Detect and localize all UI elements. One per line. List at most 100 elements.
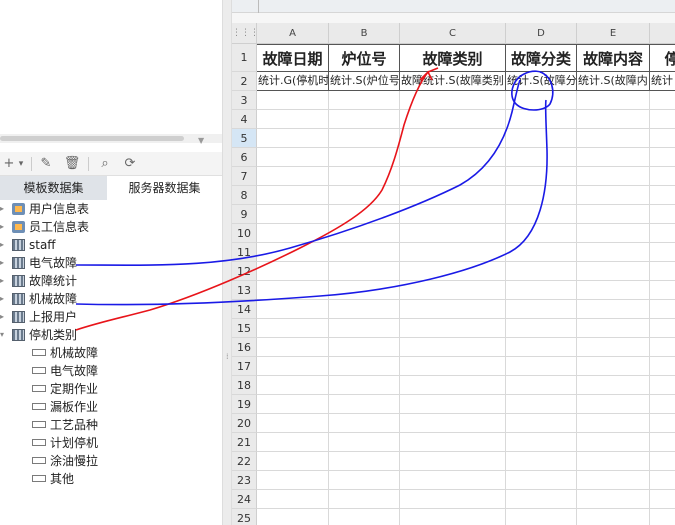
grid-cell[interactable] [400,110,506,129]
collapse-arrow-icon[interactable]: ▸ [0,200,4,218]
row-header[interactable]: 10 [232,224,257,243]
horizontal-scrollbar[interactable]: ▼ [0,134,222,145]
collapse-arrow-icon[interactable]: ▸ [0,272,4,290]
grid-cell[interactable] [506,91,577,110]
grid-cell[interactable] [400,205,506,224]
header-cell[interactable]: 故障内容 [577,44,650,72]
refresh-icon[interactable]: ⟳ [121,155,139,173]
grid-cell[interactable] [650,357,675,376]
column-header[interactable]: B [329,23,400,44]
tree-dataset-item[interactable]: ▸ staff [0,236,56,254]
data-binding-cell[interactable]: 统计.G(停机时 [257,72,329,91]
grid-cell[interactable] [329,433,400,452]
grid-cell[interactable] [577,281,650,300]
grid-cell[interactable] [329,376,400,395]
tree-field-item[interactable]: 涂油慢拉 [32,452,98,470]
grid-cell[interactable] [329,357,400,376]
grid-cell[interactable] [506,243,577,262]
tree-field-item[interactable]: 漏板作业 [32,398,98,416]
grid-cell[interactable] [257,262,329,281]
grid-cell[interactable] [506,490,577,509]
delete-icon[interactable]: 🗑 [63,155,81,173]
collapse-arrow-icon[interactable]: ▸ [0,218,4,236]
grid-cell[interactable] [329,110,400,129]
grid-cell[interactable] [506,167,577,186]
tree-dataset-item[interactable]: ▸ 上报用户 [0,308,77,326]
grid-cell[interactable] [506,471,577,490]
grid-cell[interactable] [329,167,400,186]
grid-cell[interactable] [400,262,506,281]
column-header[interactable]: A [257,23,329,44]
grid-cell[interactable] [506,319,577,338]
grid-cell[interactable] [577,91,650,110]
grid-cell[interactable] [257,414,329,433]
grid-cell[interactable] [400,91,506,110]
grid-cell[interactable] [400,376,506,395]
grid-cell[interactable] [257,490,329,509]
grid-cell[interactable] [506,376,577,395]
row-header[interactable]: 6 [232,148,257,167]
tree-dataset-item[interactable]: ▸ 电气故障 [0,254,77,272]
row-header[interactable]: 4 [232,110,257,129]
row-header[interactable]: 12 [232,262,257,281]
data-binding-cell[interactable]: 统计.S(故障内 [577,72,650,91]
grid-cell[interactable] [400,414,506,433]
grid-cell[interactable] [506,509,577,525]
edit-icon[interactable]: ✎ [37,155,55,173]
grid-cell[interactable] [257,338,329,357]
grid-cell[interactable] [257,357,329,376]
grid-cell[interactable] [650,205,675,224]
grid-cell[interactable] [329,490,400,509]
header-cell[interactable]: 故障日期 [257,44,329,72]
row-header[interactable]: 19 [232,395,257,414]
grid-cell[interactable] [650,338,675,357]
grid-cell[interactable] [400,167,506,186]
grid-cell[interactable] [257,91,329,110]
grid-cell[interactable] [400,338,506,357]
grid-cell[interactable] [577,376,650,395]
grid-cell[interactable] [506,395,577,414]
grid-cell[interactable] [577,433,650,452]
grid-cell[interactable] [650,110,675,129]
grid-cell[interactable] [506,224,577,243]
tree-field-item[interactable]: 计划停机 [32,434,98,452]
grid-cell[interactable] [650,243,675,262]
grid-cell[interactable] [577,243,650,262]
grid-cell[interactable] [577,148,650,167]
grid-cell[interactable] [329,281,400,300]
dropdown-icon[interactable]: ▾ [12,155,30,173]
row-header[interactable]: 24 [232,490,257,509]
data-binding-cell[interactable]: 统计.S(故障分 [506,72,577,91]
tree-field-item[interactable]: 电气故障 [32,362,98,380]
row-header[interactable]: 11 [232,243,257,262]
collapse-arrow-icon[interactable]: ▸ [0,290,4,308]
grid-cell[interactable] [400,452,506,471]
grid-cell[interactable] [329,148,400,167]
grid-cell[interactable] [506,262,577,281]
grid-cell[interactable] [257,167,329,186]
row-header[interactable]: 9 [232,205,257,224]
grid-cell[interactable] [329,452,400,471]
grid-cell[interactable] [577,110,650,129]
row-header[interactable]: 16 [232,338,257,357]
grid-cell[interactable] [400,395,506,414]
grid-cell[interactable] [577,452,650,471]
expand-arrow-icon[interactable]: ▾ [0,326,4,344]
collapse-arrow-icon[interactable]: ▸ [0,236,4,254]
grid-cell[interactable] [329,509,400,525]
row-header[interactable]: 13 [232,281,257,300]
grid-cell[interactable] [400,129,506,148]
grid-cell[interactable] [650,319,675,338]
grid-cell[interactable] [650,471,675,490]
row-header[interactable]: 3 [232,91,257,110]
tree-dataset-item[interactable]: ▸ 员工信息表 [0,218,89,236]
grid-cell[interactable] [400,300,506,319]
grid-cell[interactable] [506,110,577,129]
grid-cell[interactable] [329,129,400,148]
row-header[interactable]: 21 [232,433,257,452]
grid-cell[interactable] [257,395,329,414]
grid-cell[interactable] [650,433,675,452]
grid-cell[interactable] [400,490,506,509]
grid-cell[interactable] [650,281,675,300]
grid-cell[interactable] [577,414,650,433]
